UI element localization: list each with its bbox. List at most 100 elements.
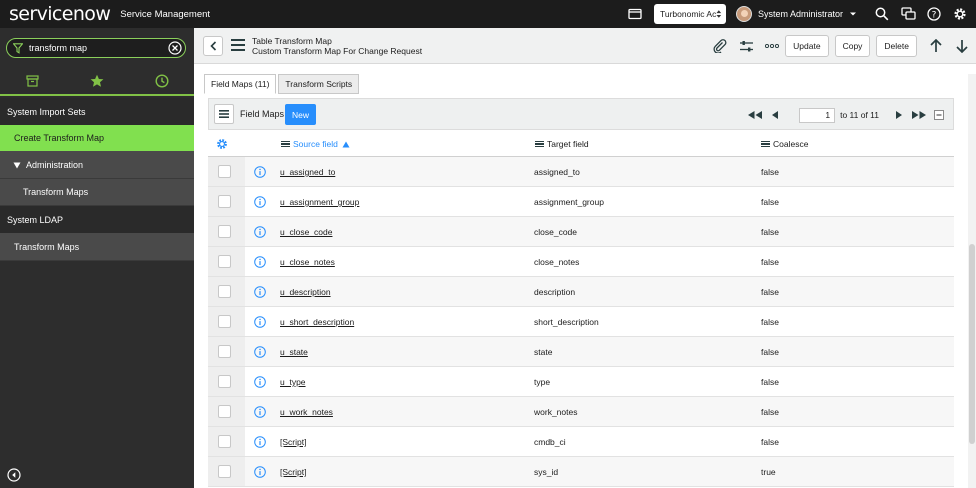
list-context-menu-button[interactable] xyxy=(214,104,234,124)
info-icon[interactable] xyxy=(254,166,266,178)
user-name: System Administrator xyxy=(757,9,843,19)
row-checkbox[interactable] xyxy=(218,255,231,268)
gear-icon[interactable] xyxy=(952,6,968,22)
new-button[interactable]: New xyxy=(285,104,317,125)
tab-field-maps[interactable]: Field Maps (11) xyxy=(204,74,277,94)
table-row[interactable]: [Script] sys_id true xyxy=(208,457,954,487)
tab-transform-scripts[interactable]: Transform Scripts xyxy=(278,74,360,94)
history-tab[interactable] xyxy=(142,69,182,93)
table-row[interactable]: u_work_notes work_notes false xyxy=(208,397,954,427)
row-checkbox[interactable] xyxy=(218,165,231,178)
first-page-icon[interactable] xyxy=(747,108,763,122)
source-field-link[interactable]: u_close_code xyxy=(280,227,332,237)
nav-section-administration[interactable]: Administration xyxy=(0,152,194,179)
application-scope-icon[interactable] xyxy=(627,6,643,22)
row-checkbox[interactable] xyxy=(218,315,231,328)
row-checkbox[interactable] xyxy=(218,435,231,448)
column-coalesce[interactable]: Coalesce xyxy=(761,139,808,149)
last-page-icon[interactable] xyxy=(911,108,927,122)
source-field-link[interactable]: u_description xyxy=(280,287,331,297)
navigator-filter-input[interactable]: transform map xyxy=(6,38,186,58)
source-field-link[interactable]: u_state xyxy=(280,347,308,357)
navigator-tabs xyxy=(0,68,194,96)
back-button[interactable] xyxy=(203,36,223,56)
table-row[interactable]: u_short_description short_description fals… xyxy=(208,307,954,337)
personalize-form-icon[interactable] xyxy=(738,38,754,54)
connect-chat-icon[interactable] xyxy=(900,6,916,22)
column-source-field[interactable]: Source field xyxy=(281,139,350,149)
top-header: servicenow Service Management Turbonomic… xyxy=(0,0,976,28)
nav-item-ldap-transform-maps[interactable]: Transform Maps xyxy=(0,233,194,261)
table-row[interactable]: u_assigned_to assigned_to false xyxy=(208,157,954,187)
source-field-link[interactable]: [Script] xyxy=(280,467,306,477)
table-row[interactable]: [Script] cmdb_ci false xyxy=(208,427,954,457)
application-scope-select[interactable]: Turbonomic Ac xyxy=(653,4,726,24)
row-checkbox[interactable] xyxy=(218,405,231,418)
collapse-list-icon[interactable] xyxy=(931,108,947,122)
help-icon[interactable]: ? xyxy=(926,6,942,22)
info-icon[interactable] xyxy=(254,316,266,328)
more-options-icon[interactable] xyxy=(764,38,780,54)
collapse-navigator-icon[interactable] xyxy=(7,468,21,482)
user-menu[interactable]: System Administrator xyxy=(735,6,857,22)
personalize-list-icon[interactable] xyxy=(216,138,228,150)
nav-item-transform-maps[interactable]: Transform Maps xyxy=(0,179,194,206)
copy-button[interactable]: Copy xyxy=(834,35,871,57)
table-row[interactable]: u_assignment_group assignment_group false xyxy=(208,187,954,217)
coalesce-value: false xyxy=(761,167,779,177)
vertical-scrollbar[interactable] xyxy=(968,74,976,488)
all-applications-tab[interactable] xyxy=(12,69,52,93)
search-icon[interactable] xyxy=(874,6,890,22)
list-pagination: 1 to 11 of 11 xyxy=(745,106,949,124)
row-checkbox[interactable] xyxy=(218,225,231,238)
source-field-link[interactable]: u_assignment_group xyxy=(280,197,359,207)
next-page-icon[interactable] xyxy=(891,108,907,122)
row-checkbox[interactable] xyxy=(218,195,231,208)
info-icon[interactable] xyxy=(254,466,266,478)
info-icon[interactable] xyxy=(254,346,266,358)
delete-button[interactable]: Delete xyxy=(876,35,917,57)
source-field-link[interactable]: u_work_notes xyxy=(280,407,333,417)
coalesce-value: false xyxy=(761,407,779,417)
column-menu-icon xyxy=(535,140,544,148)
table-row[interactable]: u_description description false xyxy=(208,277,954,307)
update-button[interactable]: Update xyxy=(785,35,829,57)
nav-module-system-ldap[interactable]: System LDAP xyxy=(0,206,194,233)
info-icon[interactable] xyxy=(254,376,266,388)
info-icon[interactable] xyxy=(254,406,266,418)
table-row[interactable]: u_close_code close_code false xyxy=(208,217,954,247)
scrollbar-thumb[interactable] xyxy=(969,244,975,444)
info-icon[interactable] xyxy=(254,196,266,208)
form-context-menu-icon[interactable] xyxy=(231,39,245,51)
info-icon[interactable] xyxy=(254,286,266,298)
previous-record-icon[interactable] xyxy=(928,38,944,54)
avatar xyxy=(735,6,752,22)
source-field-link[interactable]: u_type xyxy=(280,377,306,387)
row-checkbox[interactable] xyxy=(218,285,231,298)
source-field-link[interactable]: u_close_notes xyxy=(280,257,335,267)
info-icon[interactable] xyxy=(254,436,266,448)
nav-module-system-import-sets[interactable]: System Import Sets xyxy=(0,98,194,125)
column-target-field[interactable]: Target field xyxy=(535,139,589,149)
table-row[interactable]: u_type type false xyxy=(208,367,954,397)
servicenow-logo[interactable]: servicenow xyxy=(9,4,111,24)
nav-item-create-transform-map[interactable]: Create Transform Map xyxy=(0,125,194,152)
paperclip-icon[interactable] xyxy=(712,38,728,54)
info-icon[interactable] xyxy=(254,226,266,238)
info-icon[interactable] xyxy=(254,256,266,268)
source-field-link[interactable]: u_short_description xyxy=(280,317,354,327)
source-field-link[interactable]: [Script] xyxy=(280,437,306,447)
table-row[interactable]: u_close_notes close_notes false xyxy=(208,247,954,277)
coalesce-value: false xyxy=(761,197,779,207)
source-field-link[interactable]: u_assigned_to xyxy=(280,167,335,177)
page-number-input[interactable]: 1 xyxy=(799,107,836,123)
next-record-icon[interactable] xyxy=(954,38,970,54)
row-checkbox[interactable] xyxy=(218,345,231,358)
clear-filter-icon[interactable] xyxy=(168,41,182,55)
target-field-value: sys_id xyxy=(534,467,559,477)
table-row[interactable]: u_state state false xyxy=(208,337,954,367)
row-checkbox[interactable] xyxy=(218,375,231,388)
favorites-tab[interactable] xyxy=(77,69,117,93)
row-checkbox[interactable] xyxy=(218,465,231,478)
previous-page-icon[interactable] xyxy=(767,108,783,122)
